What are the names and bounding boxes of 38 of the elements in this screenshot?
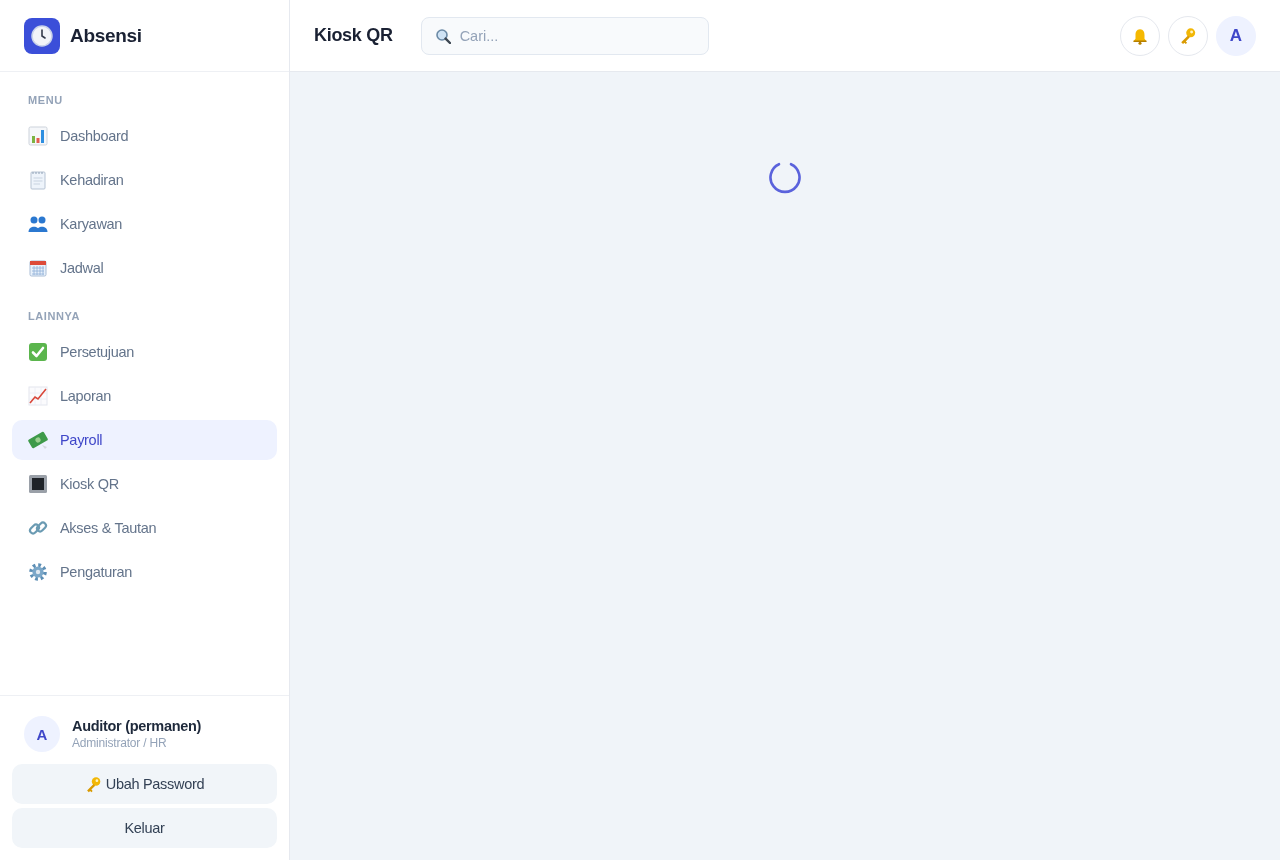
sidebar-item[interactable]: Payroll <box>12 420 277 460</box>
logout-button[interactable]: Keluar <box>12 808 277 848</box>
notification-button[interactable] <box>1120 15 1160 56</box>
bell-icon <box>1131 26 1149 45</box>
calendar-icon <box>28 258 48 278</box>
sidebar-item[interactable]: Laporan <box>12 376 277 416</box>
line-chart-icon <box>28 386 48 406</box>
sidebar-item[interactable]: Pengaturan <box>12 552 277 592</box>
section-label: LAINNYA <box>27 310 82 322</box>
sidebar-item[interactable]: Jadwal <box>12 248 277 288</box>
link-icon <box>28 518 48 538</box>
avatar-button[interactable]: A <box>1216 15 1256 56</box>
user-role: Administrator / HR <box>72 736 168 750</box>
settings-icon <box>28 562 48 582</box>
key-icon <box>84 775 102 793</box>
password-button[interactable] <box>1168 15 1208 56</box>
sidebar-item[interactable]: Akses & Tautan <box>12 508 277 548</box>
sidebar-item[interactable]: Karyawan <box>12 204 277 244</box>
sidebar-item[interactable]: Kiosk QR <box>12 464 277 504</box>
search-icon <box>434 27 451 44</box>
search-field[interactable]: Cari... <box>420 16 709 55</box>
sidebar-item[interactable]: Dashboard <box>12 116 277 156</box>
clock-icon <box>24 17 60 54</box>
key-icon <box>1179 26 1197 45</box>
people-icon <box>28 214 48 234</box>
bar-chart-icon <box>28 126 48 146</box>
user-avatar: A <box>24 716 60 752</box>
change-password-button[interactable]: Ubah Password <box>12 764 277 804</box>
check-icon <box>28 342 48 362</box>
square-icon <box>28 474 48 494</box>
section-label: MENU <box>27 94 64 106</box>
sidebar-item[interactable]: Kehadiran <box>12 160 277 200</box>
user-name: Auditor (permanen) <box>72 718 202 734</box>
app-name: Absensi <box>70 24 142 47</box>
sidebar-item[interactable]: Persetujuan <box>12 332 277 372</box>
page-title: Kiosk QR <box>314 25 393 46</box>
banknote-icon <box>28 430 48 450</box>
notepad-icon <box>28 170 48 190</box>
